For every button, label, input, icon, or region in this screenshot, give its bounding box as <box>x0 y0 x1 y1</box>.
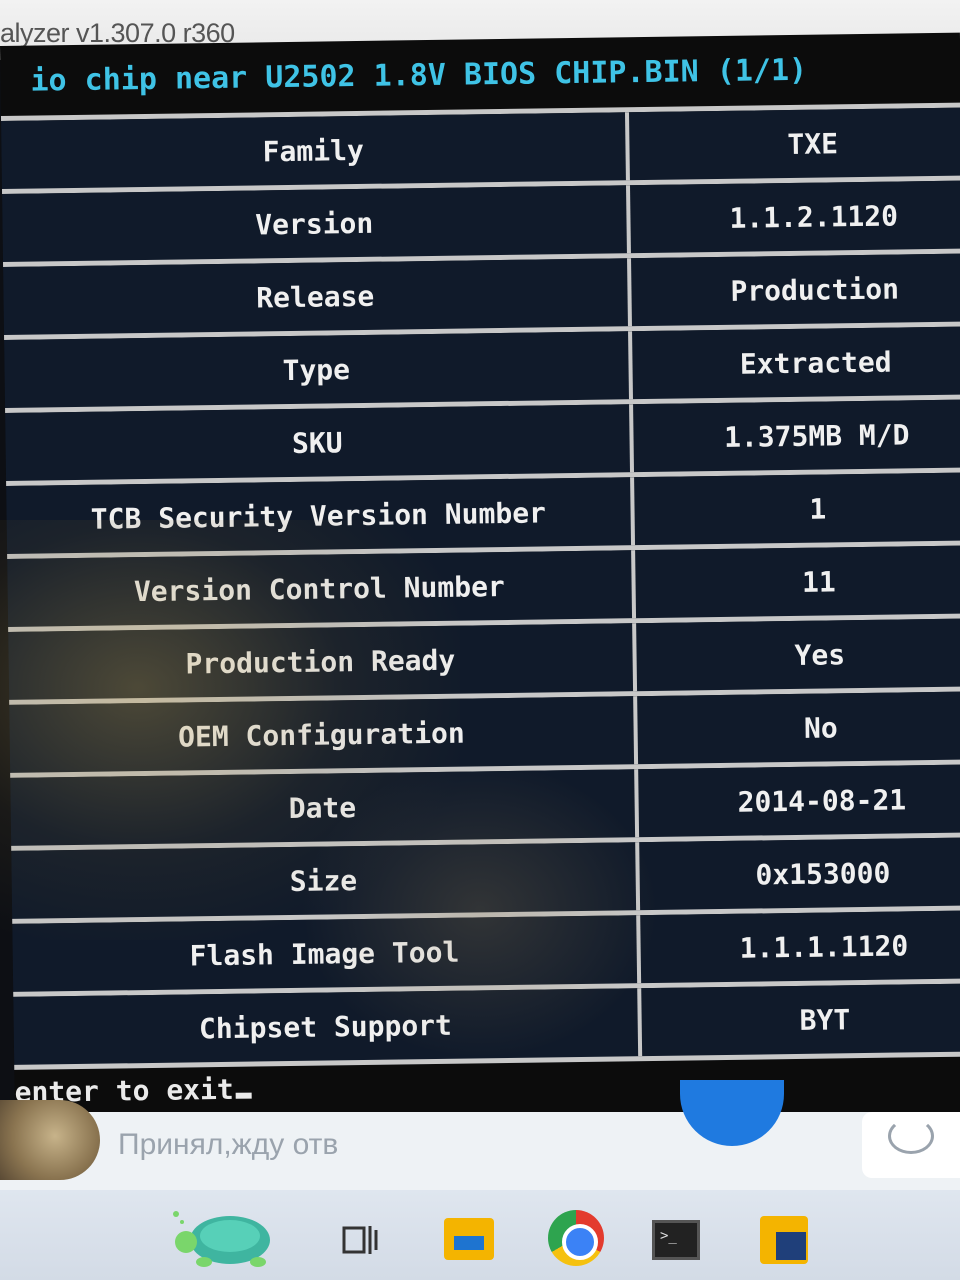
turtle-app-icon[interactable] <box>168 1200 288 1270</box>
screen-photo: alyzer v1.307.0 r360 io chip near U2502 … <box>0 0 960 1280</box>
row-value: Production <box>730 271 900 308</box>
row-value: Yes <box>794 637 846 672</box>
terminal-icon-glyph: >_ <box>660 1228 677 1244</box>
row-value: 11 <box>801 564 836 599</box>
row-value: Extracted <box>739 345 892 381</box>
table-row: Production Ready Yes <box>8 618 960 705</box>
table-row: Chipset Support BYT <box>13 983 960 1070</box>
row-value: 1.1.2.1120 <box>729 198 899 235</box>
table-row: Flash Image Tool 1.1.1.1120 <box>12 910 960 997</box>
row-key: Version <box>2 185 631 262</box>
console-window[interactable]: io chip near U2502 1.8V BIOS CHIP.BIN (1… <box>0 32 960 1126</box>
row-value: TXE <box>787 126 839 161</box>
avatar[interactable] <box>0 1100 100 1180</box>
table-row: Size 0x153000 <box>11 837 960 924</box>
table-row: Release Production <box>3 253 960 340</box>
row-key: Family <box>1 112 630 189</box>
row-key: Flash Image Tool <box>12 915 641 992</box>
text-cursor <box>235 1092 252 1099</box>
console-header: io chip near U2502 1.8V BIOS CHIP.BIN (1… <box>30 52 808 99</box>
row-value: 0x153000 <box>755 856 891 892</box>
table-row: Version 1.1.2.1120 <box>2 180 960 267</box>
row-key: Chipset Support <box>13 988 642 1065</box>
row-key: Production Ready <box>8 623 637 700</box>
row-key: TCB Security Version Number <box>6 477 635 554</box>
chat-message-preview[interactable]: Принял,жду отв <box>118 1128 338 1162</box>
row-key: Type <box>4 331 633 408</box>
info-table: Family TXE Version 1.1.2.1120 Release Pr… <box>0 102 960 1070</box>
table-row: SKU 1.375MB M/D <box>5 399 960 486</box>
powershell-icon-detail <box>776 1232 806 1260</box>
table-row: Type Extracted <box>4 326 960 413</box>
table-row: Date 2014-08-21 <box>10 764 960 851</box>
row-value: No <box>803 710 838 745</box>
table-row: OEM Configuration No <box>9 691 960 778</box>
table-row: Family TXE <box>1 107 960 194</box>
chrome-icon-center <box>562 1224 598 1260</box>
file-explorer-icon-detail <box>454 1236 484 1250</box>
row-value: 1.1.1.1120 <box>739 928 909 965</box>
row-key: Date <box>10 769 639 846</box>
row-key: Version Control Number <box>7 550 636 627</box>
row-key: SKU <box>5 404 634 481</box>
table-row: Version Control Number 11 <box>7 545 960 632</box>
row-key: Release <box>3 258 632 335</box>
row-value: 1.375MB M/D <box>723 417 910 454</box>
row-key: OEM Configuration <box>9 696 638 773</box>
task-view-icon[interactable] <box>340 1220 380 1260</box>
row-value: 2014-08-21 <box>737 782 907 819</box>
row-value: BYT <box>799 1002 851 1037</box>
row-key: Size <box>11 842 640 919</box>
table-row: TCB Security Version Number 1 <box>6 472 960 559</box>
emoji-icon[interactable] <box>888 1118 934 1154</box>
row-value: 1 <box>809 492 827 526</box>
